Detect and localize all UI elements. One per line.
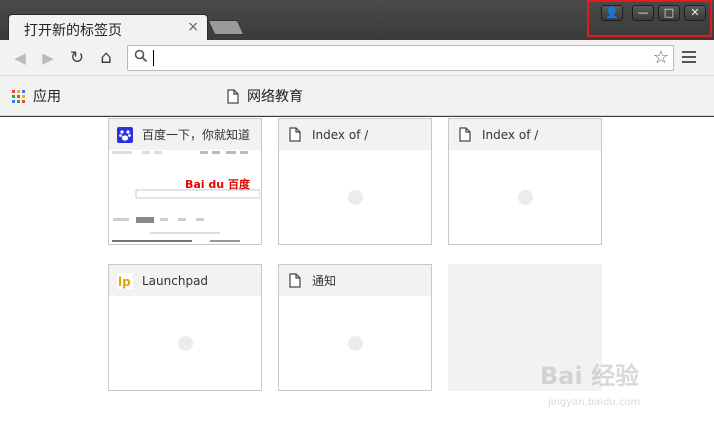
toolbar: ◀ ▶ ↻ ⌂ ☆ <box>0 40 714 76</box>
watermark-brand: Bai 经验 <box>540 362 640 390</box>
tile-header: 通知 <box>279 265 431 296</box>
tab-strip: 打开新的标签页 × 👤 — □ ✕ <box>0 0 714 41</box>
home-icon[interactable]: ⌂ <box>96 48 116 68</box>
tile-header: 百度一下，你就知道 <box>109 119 261 150</box>
tile-title: 通知 <box>312 274 337 288</box>
document-icon <box>457 127 473 143</box>
tile-thumbnail <box>279 296 431 390</box>
watermark-url: jingyan.baidu.com <box>548 397 641 408</box>
apps-grid-icon <box>12 89 25 103</box>
reload-icon[interactable]: ↻ <box>67 48 87 68</box>
tab-close-icon[interactable]: × <box>187 19 199 35</box>
bookmark-label: 应用 <box>33 89 61 105</box>
baidu-thumbnail: Bai du 百度 <box>110 150 260 244</box>
tile-thumbnail <box>279 150 431 244</box>
placeholder-dot <box>348 336 363 351</box>
tile-thumbnail: Bai du 百度 <box>109 150 261 244</box>
document-icon <box>287 273 303 289</box>
maximize-button[interactable]: □ <box>658 5 680 21</box>
tile-title: 百度一下，你就知道 <box>142 128 251 142</box>
browser-window: 打开新的标签页 × 👤 — □ ✕ ◀ ▶ ↻ ⌂ ☆ 应用 网络教育 百度一下… <box>0 0 714 435</box>
baidu-jingyan-watermark: Bai 经验 jingyan.baidu.com <box>540 356 680 426</box>
text-caret <box>153 50 154 66</box>
placeholder-dot <box>348 190 363 205</box>
document-icon <box>287 127 303 143</box>
launchpad-icon: lp <box>117 272 133 289</box>
omnibox[interactable]: ☆ <box>127 45 674 71</box>
tab-title: 打开新的标签页 <box>24 23 122 39</box>
address-input[interactable] <box>152 49 647 67</box>
search-icon <box>134 49 148 67</box>
tile-header: Index of / <box>449 119 601 150</box>
bookmark-star-icon[interactable]: ☆ <box>653 47 669 68</box>
window-controls-highlight: 👤 — □ ✕ <box>587 0 712 37</box>
menu-icon[interactable] <box>682 51 696 63</box>
baidu-paw-icon <box>117 126 133 143</box>
svg-text:lp: lp <box>118 275 131 289</box>
new-tab-button[interactable] <box>207 20 245 35</box>
back-icon[interactable]: ◀ <box>10 48 30 68</box>
bookmark-apps[interactable]: 应用 <box>12 86 61 106</box>
tile-title: Index of / <box>482 127 539 142</box>
most-visited-tile[interactable]: 百度一下，你就知道 Bai du 百度 <box>108 118 262 245</box>
most-visited-tile[interactable]: 通知 <box>278 264 432 391</box>
tile-header: lp Launchpad <box>109 265 261 296</box>
minimize-button[interactable]: — <box>632 5 654 21</box>
tile-header: Index of / <box>279 119 431 150</box>
tile-title: Index of / <box>312 127 369 142</box>
bookmarks-bar: 应用 网络教育 <box>0 76 714 116</box>
document-icon <box>227 88 239 104</box>
forward-icon[interactable]: ▶ <box>38 48 58 68</box>
bookmark-network-education[interactable]: 网络教育 <box>227 86 303 106</box>
profile-icon[interactable]: 👤 <box>601 5 623 21</box>
tile-thumbnail <box>109 296 261 390</box>
tile-thumbnail <box>449 150 601 244</box>
bookmark-label: 网络教育 <box>247 89 303 105</box>
placeholder-dot <box>518 190 533 205</box>
tab-new-tab[interactable]: 打开新的标签页 × <box>8 14 208 41</box>
most-visited-tile[interactable]: lp Launchpad <box>108 264 262 391</box>
placeholder-dot <box>178 336 193 351</box>
most-visited-tile[interactable]: Index of / <box>448 118 602 245</box>
tile-title: Launchpad <box>142 273 209 288</box>
most-visited-tile[interactable]: Index of / <box>278 118 432 245</box>
baidu-logo: Bai du 百度 <box>185 178 250 191</box>
close-window-button[interactable]: ✕ <box>684 5 706 21</box>
